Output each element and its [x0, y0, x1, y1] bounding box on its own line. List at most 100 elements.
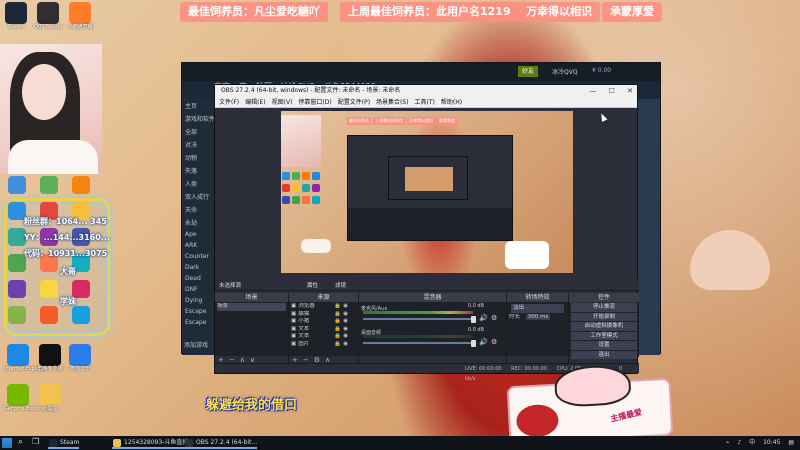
lock-icon[interactable]: 🔒	[334, 303, 341, 311]
properties-button[interactable]: 属性	[307, 281, 318, 289]
volume-fader[interactable]	[363, 318, 473, 320]
obs-menu-item[interactable]: 配置文件(P)	[338, 99, 370, 106]
eye-icon[interactable]: ◉	[343, 311, 348, 319]
gear-icon[interactable]: ⚙	[491, 314, 497, 322]
capcut-icon	[39, 344, 61, 366]
obs-menu-item[interactable]: 停靠窗口(D)	[298, 99, 331, 106]
desktop-shortcut[interactable]: Steam	[2, 2, 30, 31]
source-type-icon: ▣	[291, 310, 297, 317]
obs-menu-item[interactable]: 编辑(E)	[245, 99, 265, 106]
search-icon[interactable]: ⌕	[18, 437, 23, 447]
windows-start-icon[interactable]	[2, 438, 12, 448]
eye-icon[interactable]: ◉	[343, 326, 348, 334]
mixer-track-db: 0.0 dB	[467, 303, 484, 309]
sources-list[interactable]: ▣ 浏览器 ◉ 🔒 ▣ 猫猫 ◉ 🔒 ▣ 小猪 ◉ 🔒 ▣ 文本 ◉ 🔒 ▣ 文本 ◉ 🔒 ▣ 图片 ◉ 🔒	[289, 302, 358, 356]
desktop-app-icon[interactable]	[8, 306, 26, 324]
scene-item[interactable]: 场景	[217, 303, 286, 311]
obs-titlebar[interactable]: OBS 27.2.4 (64-bit, windows) - 配置文件: 未命名…	[215, 85, 637, 97]
source-status: 未选择源	[219, 283, 242, 289]
mixer-header: 混音器	[359, 293, 506, 302]
scenes-header: 场景	[215, 293, 288, 302]
taskbar-item[interactable]: Steam	[48, 437, 80, 449]
source-item[interactable]: ▣ 小猪 ◉ 🔒	[291, 318, 356, 326]
control-button[interactable]: 退出	[571, 350, 637, 359]
lock-icon[interactable]: 🔒	[334, 333, 341, 341]
eye-icon[interactable]: ◉	[343, 318, 348, 326]
speaker-icon[interactable]: 🔊	[479, 314, 488, 322]
clock[interactable]: 10:45	[763, 439, 780, 446]
maximize-icon[interactable]: ☐	[609, 87, 615, 95]
eye-icon[interactable]: ◉	[343, 303, 348, 311]
desktop-shortcut-label: Internet Explorer	[4, 366, 47, 372]
source-item[interactable]: ▣ 猫猫 ◉ 🔒	[291, 311, 356, 319]
control-button[interactable]: 启动虚拟摄像机	[571, 322, 637, 331]
eye-icon[interactable]: ◉	[343, 341, 348, 349]
source-item[interactable]: ▣ 文本 ◉ 🔒	[291, 326, 356, 334]
banner-lucky-meet: 万幸得以相识	[518, 2, 600, 22]
desktop-app-icon[interactable]	[8, 280, 26, 298]
desktop-shortcut[interactable]: Internet Explorer	[4, 344, 47, 373]
mixer-track: 麦克风/Aux 0.0 dB 🔊 ⚙	[361, 303, 504, 327]
desktop-app-icon[interactable]	[72, 306, 90, 324]
task-view-icon[interactable]: ❐	[32, 437, 39, 446]
gear-icon[interactable]: ⚙	[491, 338, 497, 346]
lock-icon[interactable]: 🔒	[334, 326, 341, 334]
webcam-overlay	[0, 44, 102, 174]
filters-button[interactable]: 滤镜	[335, 281, 346, 289]
preview-app-icon	[302, 196, 310, 204]
desktop-app-icon[interactable]	[40, 176, 58, 194]
volume-knob[interactable]	[471, 340, 476, 347]
taskbar-item[interactable]: OBS 27.2.4 (64-bit...	[184, 437, 258, 449]
desktop-app-icon[interactable]	[40, 306, 58, 324]
minimize-icon[interactable]: —	[589, 87, 596, 95]
steam-add-game[interactable]: 添加游戏	[184, 340, 208, 349]
eye-icon[interactable]: ◉	[343, 333, 348, 341]
control-button[interactable]: 设置	[571, 341, 637, 350]
scenes-list[interactable]: 场景	[215, 302, 288, 356]
desktop-shortcut[interactable]: 小鹅通直播	[66, 2, 94, 31]
ie-icon	[7, 344, 29, 366]
control-button[interactable]: 工作室模式	[571, 331, 637, 340]
obs-menu-item[interactable]: 工具(T)	[415, 99, 435, 106]
taskbar: ⌕ ❐ Steam 1254328093-斗鱼直播... OBS 27.2.4 (6…	[0, 436, 800, 450]
close-icon[interactable]: ✕	[627, 87, 633, 95]
desktop-shortcut[interactable]: OBS Studio	[34, 2, 62, 31]
taskbar-item[interactable]: 1254328093-斗鱼直播...	[112, 437, 195, 449]
lock-icon[interactable]: 🔒	[334, 311, 341, 319]
speaker-icon[interactable]: 🔊	[479, 338, 488, 346]
volume-fader[interactable]	[363, 342, 473, 344]
wifi-icon[interactable]: ⌁	[726, 439, 730, 446]
volume-icon[interactable]: ♪	[737, 439, 741, 446]
desktop-app-icon[interactable]	[40, 280, 58, 298]
preview-app-icon	[292, 172, 300, 180]
control-button[interactable]: 停止推流	[571, 303, 637, 312]
lock-icon[interactable]: 🔒	[334, 318, 341, 326]
desktop-shortcut[interactable]: 酷狗音乐	[66, 344, 94, 373]
obs-preview[interactable]: 最佳饲养员 上周最佳饲养员 万幸得以相识 承蒙厚爱	[281, 111, 573, 273]
obs-menu-item[interactable]: 视图(V)	[272, 99, 293, 106]
steam-friends-button[interactable]: 好友	[518, 66, 539, 77]
volume-knob[interactable]	[471, 316, 476, 323]
obs-menu-item[interactable]: 帮助(H)	[441, 99, 462, 106]
source-item[interactable]: ▣ 文本 ◉ 🔒	[291, 333, 356, 341]
transition-select[interactable]: 淡出	[511, 304, 564, 313]
desktop-shortcut[interactable]: GeForce Experience	[4, 384, 54, 413]
lock-icon[interactable]: 🔒	[334, 341, 341, 349]
obs-window[interactable]: OBS 27.2.4 (64-bit, windows) - 配置文件: 未命名…	[214, 84, 639, 382]
transition-duration-input[interactable]: 300 ms	[525, 313, 551, 320]
desktop-shortcut[interactable]: 小黑盒	[36, 384, 64, 413]
desktop-shortcut[interactable]: 剪映专业版	[36, 344, 64, 373]
control-button[interactable]: 开始录制	[571, 312, 637, 321]
source-item[interactable]: ▣ 浏览器 ◉ 🔒	[291, 303, 356, 311]
desktop-app-icon[interactable]	[8, 176, 26, 194]
obs-menubar: 文件(F) 编辑(E) 视图(V) 停靠窗口(D) 配置文件(P) 场景集合(S) 工具(T…	[215, 97, 637, 108]
obs-menu-item[interactable]: 文件(F)	[219, 99, 239, 106]
desktop-app-icon[interactable]	[72, 176, 90, 194]
ime-indicator[interactable]: 中	[749, 439, 755, 446]
steam-titlebar[interactable]: 好友 冰冷QVQ ¥ 0.00	[182, 63, 660, 81]
banner-thanks: 承蒙厚爱	[602, 2, 662, 22]
source-item[interactable]: ▣ 图片 ◉ 🔒	[291, 341, 356, 349]
notification-icon[interactable]: ▤	[788, 439, 794, 446]
obs-menu-item[interactable]: 场景集合(S)	[376, 99, 409, 106]
steam-user[interactable]: 冰冷QVQ	[552, 67, 578, 76]
